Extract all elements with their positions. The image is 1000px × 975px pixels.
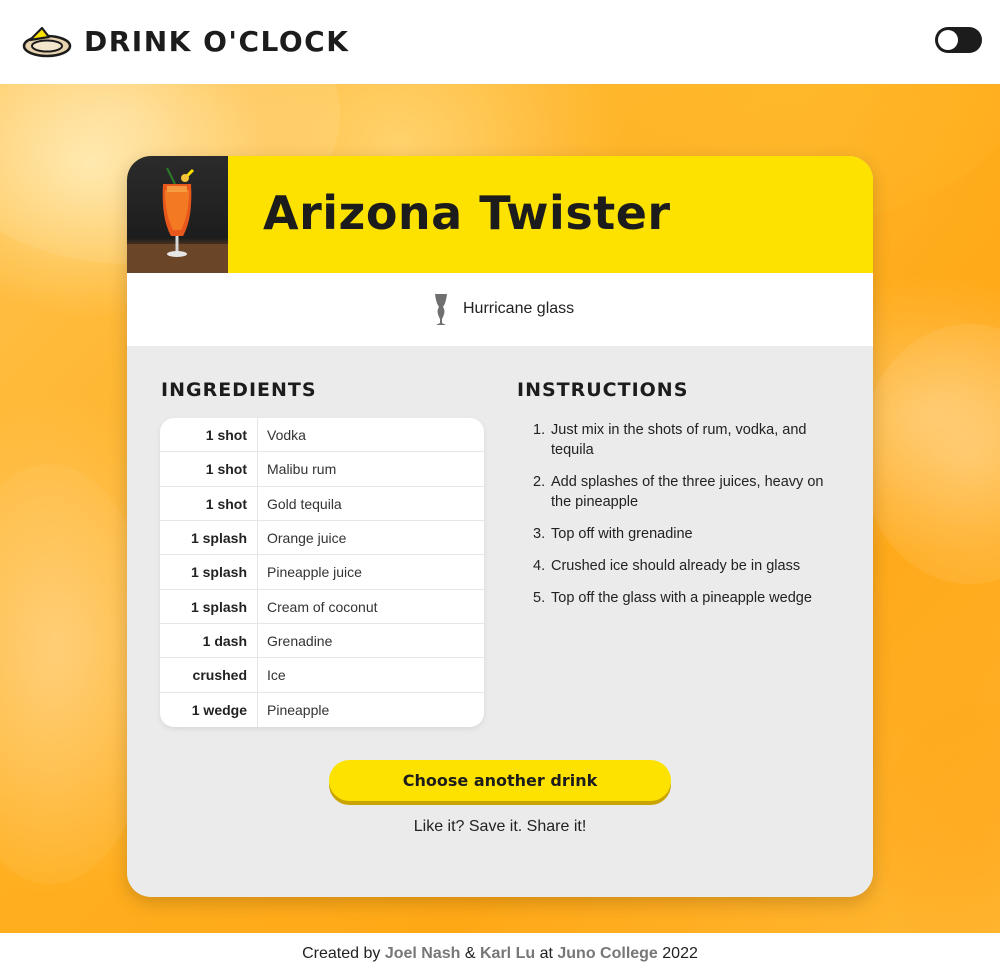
- drink-photo: [127, 156, 228, 273]
- top-bar: DRINK O'CLOCK: [0, 0, 1000, 84]
- table-row: 1 shot Gold tequila: [160, 487, 484, 521]
- footer-created-by: Created by: [302, 945, 381, 962]
- step-number: 3.: [533, 526, 546, 542]
- choose-another-drink-button[interactable]: Choose another drink: [329, 760, 671, 801]
- list-item: 2. Add splashes of the three juices, hea…: [517, 472, 837, 512]
- ingredient-quantity: 1 shot: [205, 461, 247, 478]
- step-text: Top off with grenadine: [551, 526, 693, 542]
- ingredient-name: Pineapple juice: [267, 564, 362, 581]
- ingredient-quantity: 1 dash: [202, 633, 247, 649]
- ingredient-name: Pineapple: [267, 701, 330, 718]
- recipe-card: Arizona Twister Hurricane glass INGREDIE…: [127, 156, 873, 897]
- ingredients-table: 1 shot Vodka 1 shot Malibu rum 1 shot Go…: [160, 418, 484, 727]
- hurricane-glass-icon: [435, 294, 447, 325]
- ingredient-name: Orange juice: [267, 530, 347, 546]
- ingredients-heading: INGREDIENTS: [161, 379, 317, 401]
- footer-year: 2022: [662, 945, 698, 962]
- list-item: 4. Crushed ice should already be in glas…: [517, 556, 837, 576]
- footer-at: at: [539, 945, 553, 962]
- table-row: 1 wedge Pineapple: [160, 693, 484, 727]
- drink-title: Arizona Twister: [263, 186, 671, 240]
- save-share-text: Like it? Save it. Share it!: [413, 818, 587, 835]
- footer-ampersand: &: [464, 945, 476, 962]
- step-number: 2.: [533, 474, 546, 490]
- ingredient-quantity: 1 shot: [205, 427, 247, 443]
- author-link-joel-nash[interactable]: Joel Nash: [385, 945, 461, 962]
- step-text: Top off the glass with a pineapple wedge: [551, 590, 812, 606]
- lemon-wedge-icon[interactable]: [22, 24, 72, 58]
- ingredient-quantity: 1 splash: [190, 598, 247, 615]
- ingredient-quantity: 1 wedge: [191, 701, 247, 718]
- footer: Created by Joel Nash & Karl Lu at Juno C…: [0, 933, 1000, 975]
- table-row: 1 shot Malibu rum: [160, 452, 484, 487]
- site-title[interactable]: DRINK O'CLOCK: [84, 25, 349, 58]
- ingredient-name: Cream of coconut: [267, 598, 378, 615]
- card-header: Arizona Twister: [127, 156, 873, 273]
- ingredient-name: Gold tequila: [267, 495, 342, 512]
- ingredient-name: Vodka: [267, 427, 306, 443]
- instructions-list: 1. Just mix in the shots of rum, vodka, …: [517, 420, 837, 620]
- list-item: 5. Top off the glass with a pineapple we…: [517, 588, 837, 608]
- ingredient-name: Ice: [267, 667, 286, 684]
- ingredient-quantity: 1 shot: [205, 495, 247, 512]
- ingredient-name: Grenadine: [267, 633, 333, 649]
- instructions-heading: INSTRUCTIONS: [517, 379, 689, 401]
- step-text: Add splashes of the three juices, heavy …: [551, 474, 824, 510]
- table-row: 1 shot Vodka: [160, 418, 484, 453]
- table-row: 1 splash Orange juice: [160, 521, 484, 556]
- step-text: Just mix in the shots of rum, vodka, and…: [551, 422, 807, 458]
- table-row: 1 dash Grenadine: [160, 624, 484, 659]
- list-item: 1. Just mix in the shots of rum, vodka, …: [517, 420, 837, 460]
- step-text: Crushed ice should already be in glass: [551, 558, 801, 574]
- glass-label: Hurricane glass: [463, 300, 575, 317]
- step-number: 1.: [533, 422, 546, 438]
- toggle-switch-icon: [938, 30, 958, 50]
- glass-type-row: Hurricane glass: [127, 273, 873, 346]
- table-row: crushed Ice: [160, 658, 484, 693]
- cocktail-photo-icon: [127, 167, 228, 273]
- author-link-karl-lu[interactable]: Karl Lu: [480, 945, 535, 962]
- juno-college-link[interactable]: Juno College: [557, 945, 657, 962]
- step-number: 4.: [533, 558, 546, 574]
- table-row: 1 splash Pineapple juice: [160, 555, 484, 590]
- ingredient-quantity: 1 splash: [190, 564, 247, 581]
- theme-toggle[interactable]: [935, 27, 982, 53]
- list-item: 3. Top off with grenadine: [517, 524, 837, 544]
- ingredient-quantity: 1 splash: [190, 530, 247, 546]
- table-row: 1 splash Cream of coconut: [160, 590, 484, 624]
- step-number: 5.: [533, 590, 546, 606]
- ingredient-quantity: crushed: [192, 667, 247, 684]
- ingredient-name: Malibu rum: [267, 461, 337, 478]
